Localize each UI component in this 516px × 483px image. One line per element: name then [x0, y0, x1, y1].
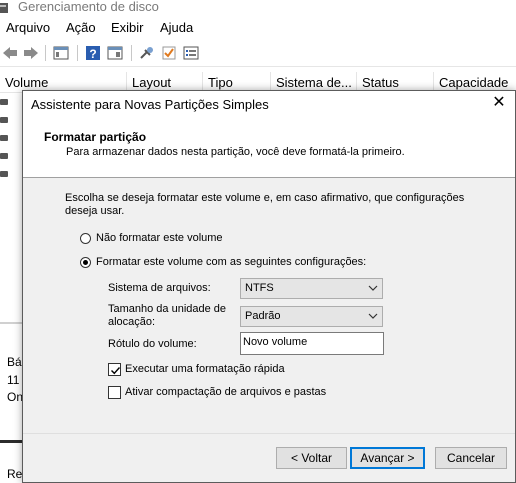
close-icon[interactable]: ✕ — [491, 95, 507, 111]
toolbar-separator — [45, 45, 46, 61]
dialog-title: Assistente para Novas Partições Simples — [31, 97, 269, 112]
svg-text:?: ? — [89, 47, 96, 61]
list-view-icon[interactable] — [182, 44, 200, 62]
wizard-header: Formatar partição Para armazenar dados n… — [23, 118, 515, 178]
back-button[interactable]: < Voltar — [276, 447, 347, 469]
quick-format-label[interactable]: Executar uma formatação rápida — [125, 363, 285, 375]
radio-button-selected[interactable] — [80, 257, 91, 268]
volume-row-icon — [0, 171, 8, 177]
quick-format-checkbox[interactable] — [108, 363, 121, 376]
volume-label-input[interactable] — [243, 336, 379, 348]
wizard-heading: Formatar partição — [44, 130, 147, 144]
cancel-button[interactable]: Cancelar — [435, 447, 507, 469]
volume-row-icon — [0, 117, 8, 123]
footer-divider — [23, 433, 515, 434]
disk-management-icon — [0, 3, 8, 13]
compression-checkbox-row[interactable]: Ativar compactação de arquivos e pastas — [108, 386, 368, 402]
check-task-icon[interactable] — [160, 44, 178, 62]
allocation-size-select[interactable]: Padrão — [240, 306, 383, 327]
compression-label[interactable]: Ativar compactação de arquivos e pastas — [125, 386, 326, 398]
background-toolbar: ? — [0, 40, 516, 67]
chevron-down-icon — [368, 313, 378, 319]
radio-button[interactable] — [80, 233, 91, 244]
pane-splitter[interactable] — [0, 322, 22, 324]
volume-label-label: Rótulo do volume: — [108, 338, 197, 350]
allocation-size-label: Tamanho da unidade de alocação: — [108, 303, 227, 328]
wizard-subheading: Para armazenar dados nesta partição, voc… — [66, 146, 405, 158]
radio-format-label[interactable]: Formatar este volume com as seguintes co… — [96, 256, 366, 268]
radio-no-format-label[interactable]: Não formatar este volume — [96, 232, 223, 244]
volume-label-field[interactable] — [240, 332, 384, 355]
filesystem-select[interactable]: NTFS — [240, 278, 383, 299]
background-window-title: Gerenciamento de disco — [18, 0, 159, 14]
toolbar-separator — [77, 45, 78, 61]
properties-pane-icon[interactable] — [106, 44, 124, 62]
next-button[interactable]: Avançar > — [350, 447, 425, 469]
column-volume[interactable]: Volume — [0, 72, 127, 92]
removable-disk-text: Re — [7, 467, 23, 481]
checkmark-icon — [111, 367, 121, 375]
disk-size-text: 11 — [7, 373, 20, 387]
quick-format-checkbox-row[interactable]: Executar uma formatação rápida — [108, 363, 328, 379]
volume-row-icon — [0, 99, 8, 105]
filesystem-label: Sistema de arquivos: — [108, 282, 211, 294]
column-sistema[interactable]: Sistema de... — [271, 72, 357, 92]
disk-status-text: On — [7, 390, 24, 404]
toolbar-separator — [131, 45, 132, 61]
menu-acao[interactable]: Ação — [66, 20, 96, 35]
back-arrow-icon[interactable] — [1, 44, 19, 62]
chevron-down-icon — [368, 285, 378, 291]
help-icon[interactable]: ? — [84, 44, 102, 62]
column-tipo[interactable]: Tipo — [203, 72, 271, 92]
column-layout[interactable]: Layout — [127, 72, 203, 92]
compression-checkbox[interactable] — [108, 386, 121, 399]
filesystem-value: NTFS — [245, 282, 274, 294]
background-menubar: Arquivo Ação Exibir Ajuda — [0, 17, 516, 39]
disk-type-text: Bá — [7, 355, 22, 369]
intro-text: Escolha se deseja formatar este volume e… — [65, 192, 465, 217]
radio-format[interactable]: Formatar este volume com as seguintes co… — [80, 256, 380, 272]
menu-exibir[interactable]: Exibir — [111, 20, 144, 35]
forward-arrow-icon[interactable] — [22, 44, 40, 62]
column-capacidade[interactable]: Capacidade — [434, 72, 516, 92]
column-status[interactable]: Status — [357, 72, 434, 92]
wizard-body: Escolha se deseja formatar este volume e… — [23, 178, 515, 433]
console-tree-icon[interactable] — [52, 44, 70, 62]
menu-ajuda[interactable]: Ajuda — [160, 20, 193, 35]
allocation-size-value: Padrão — [245, 310, 281, 322]
radio-no-format[interactable]: Não formatar este volume — [80, 232, 280, 248]
new-simple-volume-wizard: Assistente para Novas Partições Simples … — [22, 90, 516, 483]
disk-bar — [0, 440, 22, 443]
volume-row-icon — [0, 135, 8, 141]
menu-arquivo[interactable]: Arquivo — [6, 20, 50, 35]
background-titlebar: Gerenciamento de disco — [0, 0, 516, 17]
volume-row-icon — [0, 153, 8, 159]
dialog-titlebar[interactable]: Assistente para Novas Partições Simples … — [23, 91, 515, 118]
connect-icon[interactable] — [138, 44, 156, 62]
